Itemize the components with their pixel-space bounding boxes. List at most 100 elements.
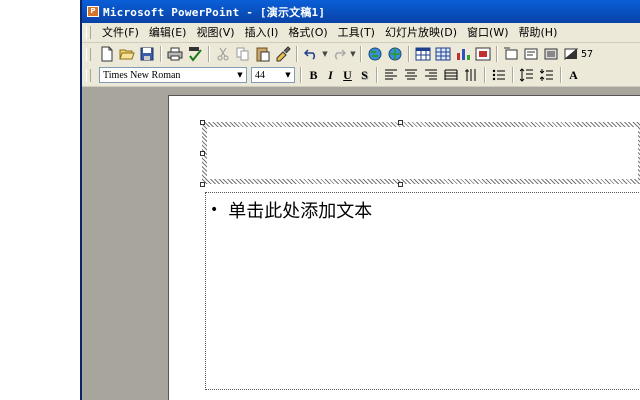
web-globe-icon [388, 47, 402, 61]
expand-all-button[interactable] [502, 45, 520, 63]
font-color-button[interactable]: A [565, 68, 582, 83]
undo-dropdown-icon[interactable]: ▼ [321, 50, 329, 58]
toolbar-separator [296, 46, 298, 62]
spelling-button[interactable] [186, 45, 204, 63]
vertical-text-icon [465, 69, 476, 81]
increase-spacing-button[interactable] [518, 66, 536, 84]
formatting-toolbar-grip[interactable] [86, 68, 91, 82]
insert-table-button[interactable] [414, 45, 432, 63]
open-button[interactable] [118, 45, 136, 63]
cut-button[interactable] [214, 45, 232, 63]
menu-view[interactable]: 视图(V) [191, 24, 239, 41]
toolbar-separator [484, 67, 486, 83]
title-bar[interactable]: P Microsoft PowerPoint - [演示文稿1] [82, 0, 640, 23]
zoom-value[interactable]: 57 [581, 49, 593, 60]
show-formatting-icon [524, 48, 538, 60]
menu-insert[interactable]: 插入(I) [240, 24, 284, 41]
resize-handle[interactable] [200, 182, 205, 187]
title-placeholder[interactable] [202, 122, 640, 184]
scissors-icon [217, 47, 229, 61]
new-slide-button[interactable] [474, 45, 492, 63]
web-toolbar-button[interactable] [386, 45, 404, 63]
standard-toolbar-grip[interactable] [86, 47, 91, 61]
slide-workspace: • 单击此处添加文本 [82, 87, 640, 400]
body-placeholder-text[interactable]: 单击此处添加文本 [228, 197, 372, 223]
chevron-down-icon[interactable]: ▼ [282, 68, 294, 82]
shadow-button[interactable]: S [356, 68, 373, 83]
toolbar-separator [512, 67, 514, 83]
table-icon [415, 47, 431, 61]
redo-icon [334, 49, 346, 60]
paste-button[interactable] [254, 45, 272, 63]
powerpoint-window: P Microsoft PowerPoint - [演示文稿1] 文件(F) 编… [80, 0, 640, 400]
decrease-spacing-button[interactable] [538, 66, 556, 84]
powerpoint-app-icon[interactable]: P [87, 6, 99, 17]
font-name-combo[interactable]: Times New Roman ▼ [99, 67, 247, 83]
grid-table-icon [435, 47, 451, 61]
toolbar-separator [560, 67, 562, 83]
resize-handle[interactable] [200, 120, 205, 125]
menu-help[interactable]: 帮助(H) [514, 24, 563, 41]
tables-borders-button[interactable] [434, 45, 452, 63]
new-button[interactable] [98, 45, 116, 63]
save-disk-icon [140, 47, 154, 61]
menu-window[interactable]: 窗口(W) [462, 24, 513, 41]
copy-button[interactable] [234, 45, 252, 63]
bullets-button[interactable] [490, 66, 508, 84]
grayscale-button[interactable] [542, 45, 560, 63]
redo-dropdown-icon[interactable]: ▼ [349, 50, 357, 58]
insert-hyperlink-button[interactable] [366, 45, 384, 63]
chart-icon [457, 49, 470, 60]
align-justify-icon [444, 69, 458, 80]
align-center-icon [405, 69, 417, 80]
menu-edit[interactable]: 编辑(E) [144, 24, 192, 41]
align-left-button[interactable] [382, 66, 400, 84]
distributed-button[interactable] [442, 66, 460, 84]
menu-tools[interactable]: 工具(T) [333, 24, 380, 41]
font-size-combo[interactable]: 44 ▼ [251, 67, 295, 83]
resize-handle[interactable] [200, 151, 205, 156]
align-center-button[interactable] [402, 66, 420, 84]
toolbar-separator [496, 46, 498, 62]
insert-chart-button[interactable] [454, 45, 472, 63]
undo-button[interactable] [302, 45, 320, 63]
format-painter-button[interactable] [274, 45, 292, 63]
formatting-toolbar: Times New Roman ▼ 44 ▼ B I U S A [82, 64, 640, 87]
bullet-list-icon [492, 69, 505, 81]
bullet-marker: • [210, 202, 219, 218]
color-grayscale-button[interactable] [562, 45, 580, 63]
body-placeholder[interactable]: • 单击此处添加文本 [205, 192, 640, 390]
clipboard-icon [256, 47, 270, 62]
font-name-value: Times New Roman [103, 69, 181, 81]
format-painter-icon [276, 46, 291, 62]
expand-all-icon [504, 47, 518, 60]
menu-grip[interactable] [86, 26, 91, 39]
italic-button[interactable]: I [322, 68, 339, 83]
bold-button[interactable]: B [305, 68, 322, 83]
copy-icon [236, 47, 249, 61]
toolbar-separator [360, 46, 362, 62]
font-size-value: 44 [255, 69, 265, 81]
vertical-text-button[interactable] [462, 66, 480, 84]
show-formatting-button[interactable] [522, 45, 540, 63]
align-left-icon [385, 69, 397, 80]
decrease-spacing-icon [540, 69, 553, 81]
spell-check-icon [189, 47, 202, 62]
menu-format[interactable]: 格式(O) [283, 24, 332, 41]
toolbar-separator [208, 46, 210, 62]
underline-button[interactable]: U [339, 68, 356, 83]
slide-canvas[interactable]: • 单击此处添加文本 [168, 95, 640, 400]
chevron-down-icon[interactable]: ▼ [234, 68, 246, 82]
save-button[interactable] [138, 45, 156, 63]
menu-file[interactable]: 文件(F) [97, 24, 144, 41]
resize-handle[interactable] [398, 120, 403, 125]
body-bullet-line[interactable]: • 单击此处添加文本 [210, 197, 372, 223]
menu-bar: 文件(F) 编辑(E) 视图(V) 插入(I) 格式(O) 工具(T) 幻灯片放… [82, 23, 640, 43]
print-button[interactable] [166, 45, 184, 63]
redo-button[interactable] [330, 45, 348, 63]
align-right-icon [425, 69, 437, 80]
resize-handle[interactable] [398, 182, 403, 187]
menu-slideshow[interactable]: 幻灯片放映(D) [380, 24, 462, 41]
align-right-button[interactable] [422, 66, 440, 84]
toolbar-separator [408, 46, 410, 62]
